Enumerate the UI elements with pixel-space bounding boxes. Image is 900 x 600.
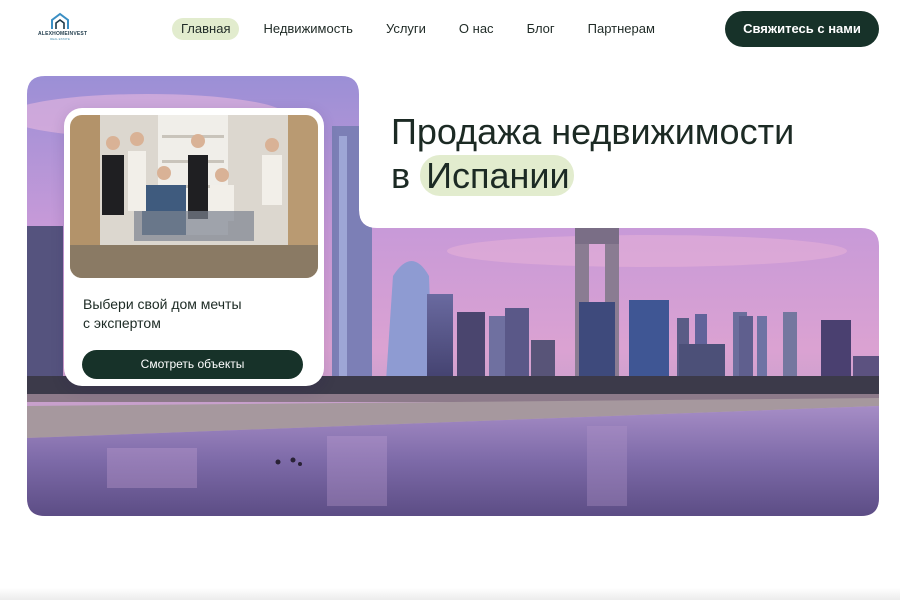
hero-title: Продажа недвижимости в Испании	[391, 111, 871, 197]
logo[interactable]: ALEXHOMEINVEST REAL ESTATE	[38, 12, 87, 42]
nav-item-partners[interactable]: Партнерам	[579, 18, 664, 40]
team-photo	[70, 115, 318, 278]
page-bottom-edge	[0, 588, 900, 600]
expert-card: Выбери свой дом мечты с экспертом Смотре…	[64, 108, 324, 386]
contact-us-button[interactable]: Свяжитесь с нами	[725, 11, 879, 47]
nav-item-services[interactable]: Услуги	[377, 18, 435, 40]
hero-title-line1: Продажа недвижимости	[391, 111, 795, 152]
main-nav: Главная Недвижимость Услуги О нас Блог П…	[172, 18, 679, 40]
card-caption-line1: Выбери свой дом мечты	[83, 296, 242, 312]
nav-item-property[interactable]: Недвижимость	[254, 18, 361, 40]
view-properties-button[interactable]: Смотреть объекты	[82, 350, 303, 379]
hero-title-line2: в Испании	[391, 155, 871, 197]
site-header: ALEXHOMEINVEST REAL ESTATE Главная Недви…	[0, 0, 900, 60]
card-caption: Выбери свой дом мечты с экспертом	[83, 295, 283, 333]
house-logo-icon	[51, 12, 69, 29]
logo-subtext: REAL ESTATE	[50, 37, 70, 41]
card-caption-line2: с экспертом	[83, 315, 161, 331]
nav-item-blog[interactable]: Блог	[518, 18, 564, 40]
team-photo-image	[70, 115, 318, 278]
hero-title-prefix: в	[391, 155, 411, 196]
nav-item-about[interactable]: О нас	[450, 18, 503, 40]
hero-title-highlight: Испании	[420, 155, 574, 196]
nav-item-home[interactable]: Главная	[172, 18, 240, 40]
